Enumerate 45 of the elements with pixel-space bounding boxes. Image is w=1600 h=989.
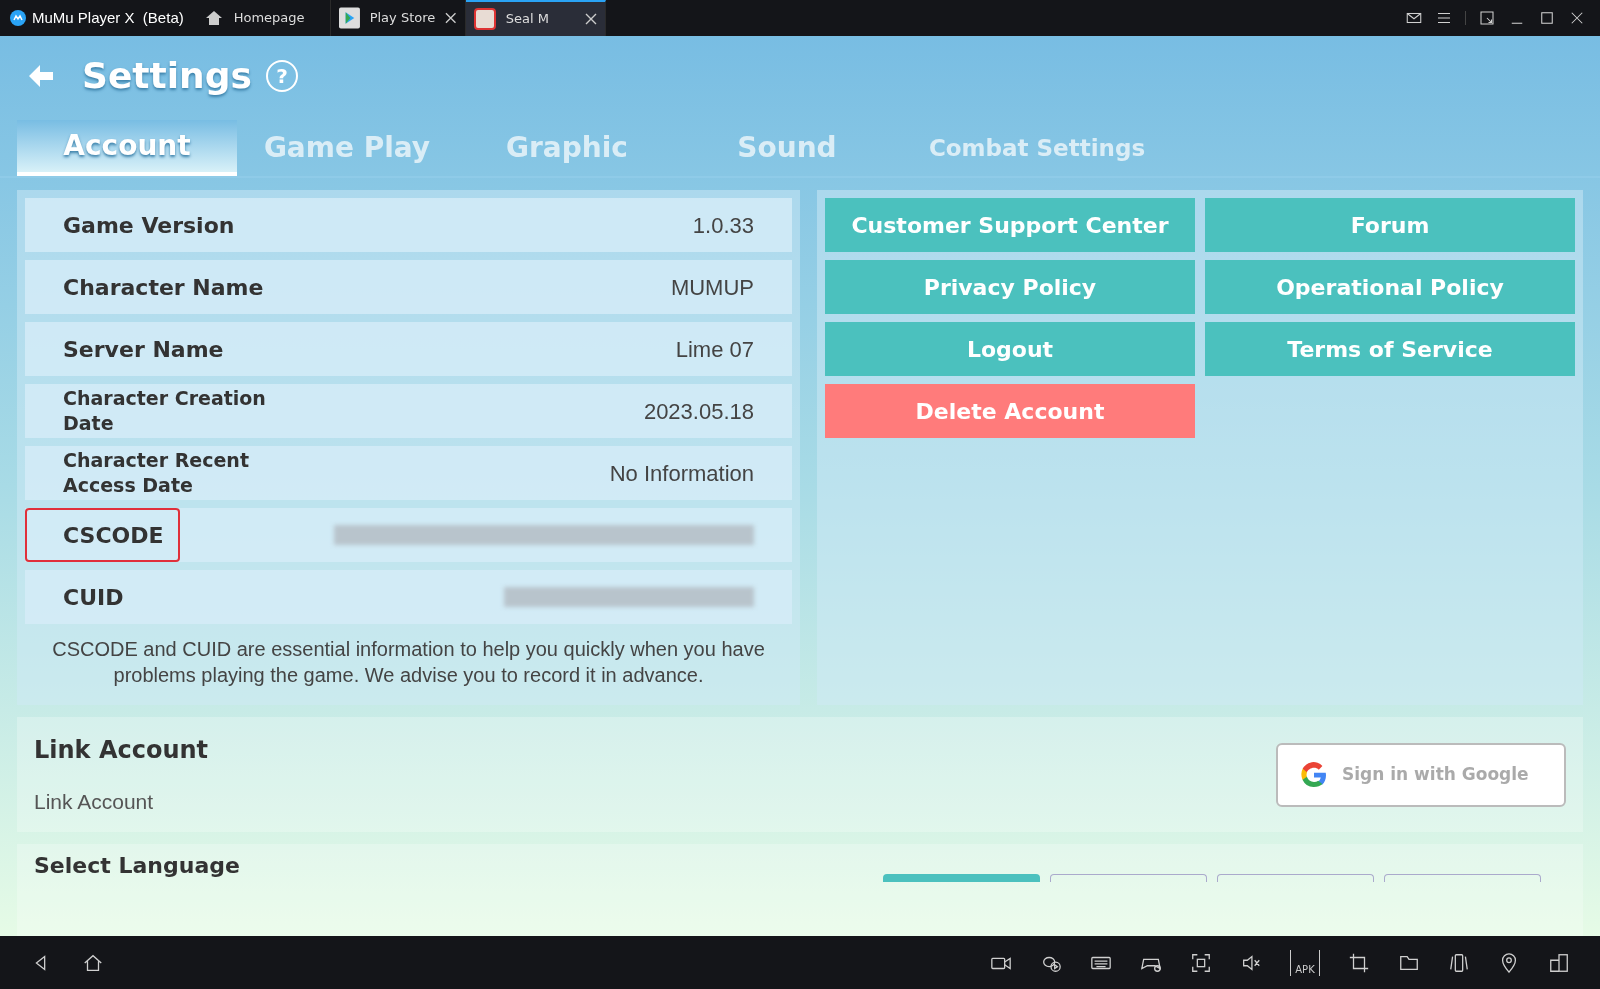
settings-tab[interactable]: Game Play bbox=[237, 120, 457, 176]
crop-icon[interactable] bbox=[1348, 951, 1370, 974]
info-label: Character Name bbox=[63, 273, 264, 302]
section-title: Select Language bbox=[34, 854, 240, 878]
help-button[interactable]: ? bbox=[265, 60, 298, 92]
tab-label: Homepage bbox=[233, 9, 306, 28]
info-label: Server Name bbox=[63, 335, 224, 364]
info-value: Lime 07 bbox=[675, 335, 754, 364]
browser-tab[interactable]: Seal M bbox=[465, 0, 606, 36]
settings-tab[interactable]: Graphic bbox=[457, 120, 677, 176]
info-note: CSCODE and CUID are essential information to help you quickly when you have problems playing the game. We advise you to record it in advance. bbox=[51, 637, 766, 688]
info-label: Character Recent Access Date bbox=[63, 448, 250, 498]
app-title: MuMu Player X (Beta) bbox=[32, 7, 184, 28]
menu-button[interactable]: Operational Policy bbox=[1205, 260, 1575, 314]
settings-tab[interactable]: Sound bbox=[677, 120, 897, 176]
close-icon[interactable] bbox=[584, 13, 597, 25]
phone-rotate-icon[interactable] bbox=[1448, 951, 1470, 974]
section-subtitle: Link Account bbox=[34, 788, 155, 815]
settings-tab[interactable]: Combat Settings bbox=[897, 120, 1177, 176]
menu-button[interactable]: Delete Account bbox=[825, 384, 1195, 438]
info-value: MUMUP bbox=[670, 273, 754, 302]
info-value: 1.0.33 bbox=[692, 211, 754, 240]
menu-button[interactable]: Forum bbox=[1205, 198, 1575, 252]
close-icon[interactable] bbox=[445, 12, 457, 24]
screenshot-frame-icon[interactable] bbox=[1190, 951, 1212, 974]
info-value: No Information bbox=[609, 459, 754, 488]
info-label: CUID bbox=[63, 583, 124, 612]
tab-label: Seal M bbox=[505, 10, 550, 29]
info-value: 2023.05.18 bbox=[643, 397, 754, 426]
menu-button[interactable]: Terms of Service bbox=[1205, 322, 1575, 376]
app-logo-icon bbox=[10, 10, 26, 26]
menu-button[interactable]: Privacy Policy bbox=[825, 260, 1195, 314]
info-label: Game Version bbox=[63, 211, 235, 240]
menu-button[interactable]: Logout bbox=[825, 322, 1195, 376]
info-label: Character Creation Date bbox=[63, 386, 267, 436]
multi-window-icon[interactable] bbox=[1548, 951, 1570, 974]
play-store-icon bbox=[338, 7, 360, 29]
tab-label: Play Store bbox=[369, 9, 436, 28]
settings-tab[interactable]: Account bbox=[17, 120, 237, 176]
google-sign-in-button[interactable]: Sign in with Google bbox=[1276, 742, 1566, 807]
section-title: Link Account bbox=[34, 734, 209, 766]
info-label: CSCODE bbox=[25, 508, 180, 562]
menu-button[interactable]: Customer Support Center bbox=[825, 198, 1195, 252]
game-icon bbox=[473, 8, 496, 30]
page-title: Settings bbox=[82, 54, 252, 98]
